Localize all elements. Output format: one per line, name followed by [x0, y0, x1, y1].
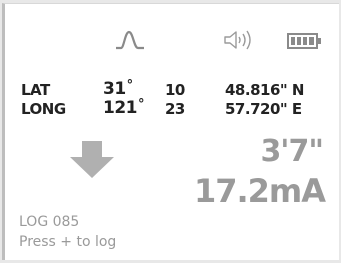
latitude-minutes: 10 — [165, 81, 185, 99]
degree-symbol: ° — [126, 78, 134, 93]
latitude-seconds: 48.816" N — [225, 81, 304, 99]
pulse-icon — [115, 29, 145, 56]
arrow-down-icon — [69, 141, 115, 184]
latitude-degrees: 31° — [103, 78, 134, 99]
device-screen: LAT 31° 10 48.816" N LONG 121° 23 57.720… — [2, 3, 339, 260]
degree-symbol: ° — [138, 97, 145, 112]
distance-readout: 3'7" — [260, 134, 324, 169]
current-readout: 17.2mA — [193, 172, 326, 210]
longitude-degrees: 121° — [103, 97, 145, 118]
log-number: LOG 085 — [19, 214, 80, 230]
longitude-minutes: 23 — [165, 100, 185, 118]
speaker-icon — [223, 29, 257, 56]
longitude-label: LONG — [21, 100, 66, 118]
log-prompt: Press + to log — [19, 234, 117, 250]
latitude-degrees-value: 31 — [103, 79, 126, 99]
latitude-label: LAT — [21, 81, 50, 99]
longitude-degrees-value: 121 — [103, 98, 138, 118]
battery-icon — [287, 33, 323, 54]
longitude-seconds: 57.720" E — [225, 100, 302, 118]
